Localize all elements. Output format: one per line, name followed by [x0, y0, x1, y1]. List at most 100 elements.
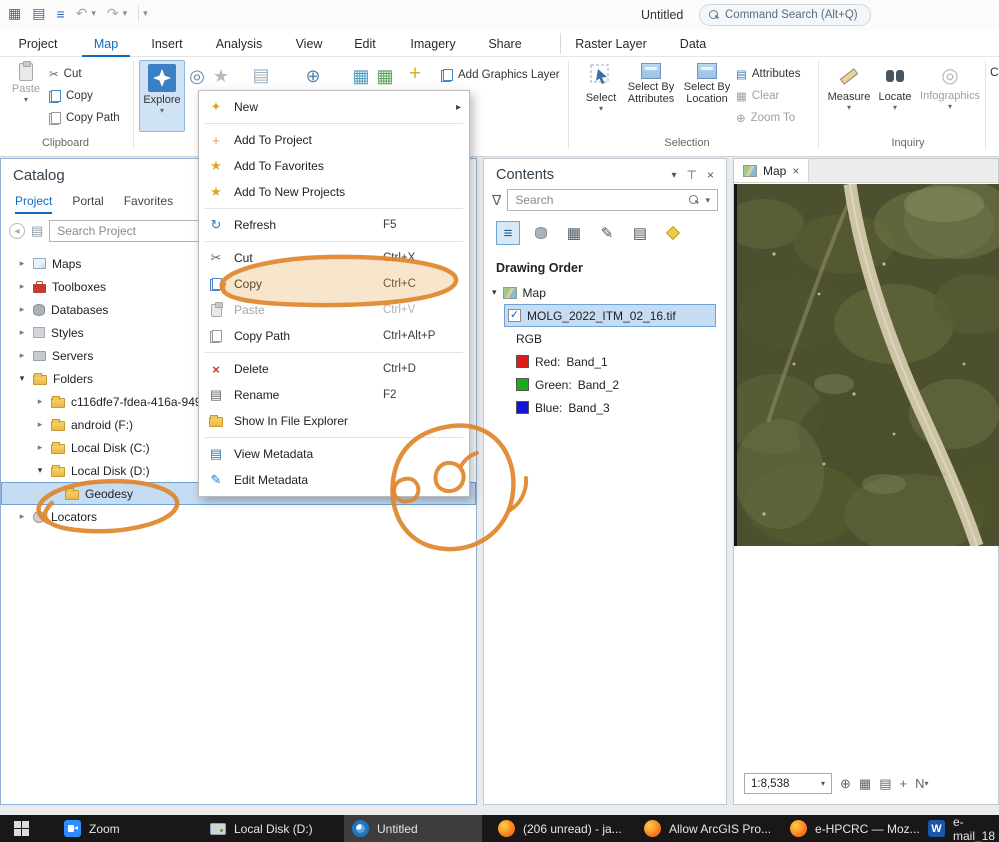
undo-icon[interactable]: ↶ — [76, 5, 88, 22]
map-tab-close-icon[interactable]: × — [792, 164, 799, 178]
menu-item-add-to-project[interactable]: + Add To Project — [199, 127, 469, 153]
list-by-selection-icon[interactable]: ▦ — [562, 221, 586, 245]
taskbar-item-firefox-unread[interactable]: (206 unread) - ja... — [490, 815, 630, 842]
history-icon[interactable]: ▤ — [31, 223, 43, 239]
pin-icon[interactable]: ⊤ — [687, 168, 697, 182]
snapping-icon[interactable]: ▤ — [879, 776, 891, 792]
aerial-raster-image[interactable] — [734, 184, 999, 546]
command-search-input[interactable]: Command Search (Alt+Q) — [699, 4, 871, 26]
previous-extent-icon[interactable]: ▤ — [248, 62, 274, 88]
map-scale-combo[interactable]: 1:8,538 ▾ — [744, 773, 832, 794]
redo-icon[interactable]: ↷ — [107, 5, 119, 22]
tab-project[interactable]: Project — [10, 30, 66, 57]
contents-close-icon[interactable]: × — [707, 168, 714, 182]
tab-share[interactable]: Share — [478, 30, 532, 57]
tab-analysis[interactable]: Analysis — [206, 30, 272, 57]
expand-icon[interactable]: ▸ — [35, 442, 45, 453]
paste-button[interactable]: Paste ▾ — [3, 60, 49, 132]
collapse-icon[interactable]: ▾ — [35, 465, 45, 476]
menu-item-paste[interactable]: Paste Ctrl+V — [199, 297, 469, 323]
contents-search-input[interactable]: Search ▾ — [507, 189, 718, 211]
explore-button[interactable]: Explore ▾ — [139, 60, 185, 132]
list-by-data-source-icon[interactable] — [529, 221, 553, 245]
tab-map[interactable]: Map — [82, 30, 130, 57]
layer-checkbox[interactable]: ✓ — [508, 309, 521, 322]
menu-item-refresh[interactable]: ↻ Refresh F5 — [199, 212, 469, 238]
taskbar-item-local-disk-d[interactable]: Local Disk (D:) — [202, 815, 321, 842]
catalog-tab-portal[interactable]: Portal — [72, 194, 103, 214]
copy-button[interactable]: Copy — [46, 85, 123, 107]
grid-icon[interactable]: ▦ — [859, 776, 871, 792]
tab-insert[interactable]: Insert — [142, 30, 192, 57]
menu-item-copy[interactable]: Copy Ctrl+C — [199, 271, 469, 297]
add-data-icon[interactable]: ▦ — [372, 63, 398, 89]
expand-icon[interactable]: ▸ — [17, 350, 27, 361]
expand-icon[interactable]: ▸ — [49, 488, 59, 499]
add-graphics-layer-button[interactable]: Add Graphics Layer — [438, 64, 563, 86]
select-button[interactable]: Select ▾ — [578, 60, 624, 132]
tab-data[interactable]: Data — [668, 30, 718, 57]
taskbar-item-firefox-allow-arcgis[interactable]: Allow ArcGIS Pro... — [636, 815, 779, 842]
select-graphics-icon[interactable]: ⊕ — [840, 776, 851, 792]
collapse-icon[interactable]: ▾ — [17, 373, 27, 384]
start-button[interactable] — [6, 815, 37, 842]
locate-button[interactable]: Locate ▾ — [872, 60, 918, 132]
menu-item-delete[interactable]: × Delete Ctrl+D — [199, 356, 469, 382]
new-notebook-icon[interactable]: ▤ — [32, 5, 45, 22]
taskbar-item-word-email[interactable]: e-mail_18 — [920, 815, 999, 842]
customize-toolbar-icon[interactable]: ▾ — [143, 8, 148, 19]
tree-item-locators[interactable]: ▸ Locators — [1, 505, 476, 528]
menu-item-add-to-favorites[interactable]: ★ Add To Favorites — [199, 153, 469, 179]
expand-icon[interactable]: ▸ — [35, 419, 45, 430]
menu-item-edit-metadata[interactable]: ✎ Edit Metadata — [199, 467, 469, 493]
clear-button[interactable]: ▦ Clear — [733, 85, 803, 107]
copy-path-button[interactable]: Copy Path — [46, 107, 123, 129]
menu-item-new[interactable]: ✦ New ▸ — [199, 94, 469, 120]
open-project-icon[interactable]: ≡ — [56, 6, 64, 22]
map-view-tab[interactable]: Map × — [734, 159, 810, 182]
add-preset-plus-icon[interactable]: + — [402, 61, 428, 87]
taskbar-item-arcgis-untitled[interactable]: Untitled — [344, 815, 482, 842]
list-by-drawing-order-icon[interactable]: ≡ — [496, 221, 520, 245]
menu-item-rename[interactable]: ▤ Rename F2 — [199, 382, 469, 408]
contents-menu-icon[interactable]: ▾ — [672, 170, 677, 181]
back-icon[interactable]: ◂ — [9, 223, 25, 239]
menu-item-show-in-file-explorer[interactable]: Show In File Explorer — [199, 408, 469, 434]
crosshair-icon[interactable]: + — [900, 776, 908, 791]
expand-icon[interactable]: ▸ — [17, 511, 27, 522]
bookmarks-icon[interactable]: ◎ — [184, 63, 210, 89]
save-project-icon[interactable]: ▦ — [8, 5, 21, 22]
undo-dropdown-icon[interactable]: ▾ — [91, 8, 96, 19]
list-by-editing-icon[interactable]: ✎ — [595, 221, 619, 245]
menu-item-add-to-new-projects[interactable]: ★ Add To New Projects — [199, 179, 469, 205]
attributes-button[interactable]: ▤ Attributes — [733, 63, 803, 85]
cut-button[interactable]: ✂ Cut — [46, 63, 123, 85]
tab-view[interactable]: View — [286, 30, 332, 57]
menu-item-view-metadata[interactable]: ▤ View Metadata — [199, 441, 469, 467]
expand-icon[interactable]: ▸ — [17, 281, 27, 292]
zoom-to-button[interactable]: ⊕ Zoom To — [733, 107, 803, 129]
catalog-tab-favorites[interactable]: Favorites — [124, 194, 173, 214]
taskbar-item-firefox-ehpcrc[interactable]: e-HPCRC — Moz... — [782, 815, 928, 842]
map-node[interactable]: ▾ Map — [484, 281, 726, 304]
measure-button[interactable]: Measure ▾ — [826, 60, 872, 132]
list-by-snapping-icon[interactable]: ▤ — [628, 221, 652, 245]
north-arrow-icon[interactable]: N ▾ — [915, 776, 928, 791]
catalog-tab-project[interactable]: Project — [15, 194, 52, 214]
redo-dropdown-icon[interactable]: ▾ — [123, 8, 128, 19]
expand-icon[interactable]: ▸ — [17, 304, 27, 315]
basemap-icon[interactable]: ▦ — [348, 63, 374, 89]
go-to-xy-icon[interactable]: ⊕ — [300, 63, 326, 89]
select-by-location-button[interactable]: Select By Location — [680, 60, 734, 132]
taskbar-item-zoom[interactable]: Zoom — [56, 815, 128, 842]
tab-edit[interactable]: Edit — [344, 30, 386, 57]
layer-node[interactable]: ✓ MOLG_2022_ITM_02_16.tif — [504, 304, 716, 327]
list-by-labeling-icon[interactable] — [661, 221, 685, 245]
tab-imagery[interactable]: Imagery — [400, 30, 466, 57]
tab-raster-layer[interactable]: Raster Layer — [565, 30, 657, 57]
search-options-icon[interactable]: ▾ — [705, 195, 710, 206]
menu-item-cut[interactable]: ✂ Cut Ctrl+X — [199, 245, 469, 271]
filter-funnel-icon[interactable]: ∇ — [492, 192, 501, 209]
infographics-button[interactable]: ◎ Infographics ▾ — [918, 60, 982, 132]
expand-icon[interactable]: ▸ — [17, 258, 27, 269]
